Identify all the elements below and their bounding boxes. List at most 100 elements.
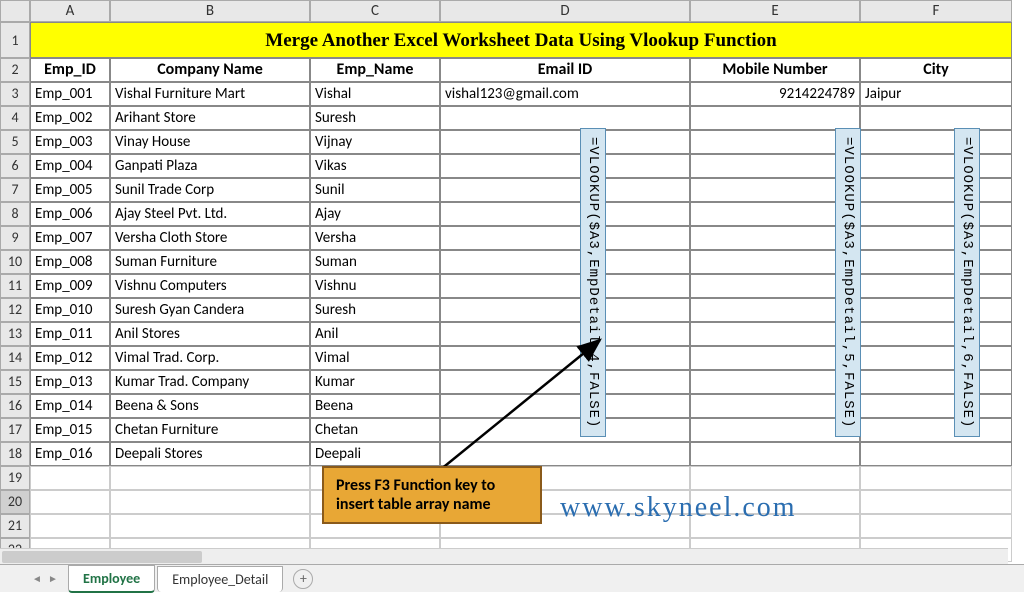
cell-A9[interactable]: Emp_007 <box>30 226 110 250</box>
cell-C5[interactable]: Vijnay <box>310 130 440 154</box>
cell-D13[interactable] <box>440 322 690 346</box>
cell-A11[interactable]: Emp_009 <box>30 274 110 298</box>
cell-B14[interactable]: Vimal Trad. Corp. <box>110 346 310 370</box>
cell-F20[interactable] <box>860 490 1012 514</box>
cell-C14[interactable]: Vimal <box>310 346 440 370</box>
cell-B17[interactable]: Chetan Furniture <box>110 418 310 442</box>
col-header-F[interactable]: F <box>860 0 1012 22</box>
cell-D11[interactable] <box>440 274 690 298</box>
cell-C15[interactable]: Kumar <box>310 370 440 394</box>
cell-D7[interactable] <box>440 178 690 202</box>
cell-B3[interactable]: Vishal Furniture Mart <box>110 82 310 106</box>
cell-B21[interactable] <box>110 514 310 538</box>
cell-F6[interactable] <box>860 154 1012 178</box>
cell-C3[interactable]: Vishal <box>310 82 440 106</box>
row-header-14[interactable]: 14 <box>0 346 30 370</box>
cell-F10[interactable] <box>860 250 1012 274</box>
row-header-3[interactable]: 3 <box>0 82 30 106</box>
col-header-B[interactable]: B <box>110 0 310 22</box>
cell-C17[interactable]: Chetan <box>310 418 440 442</box>
cell-C9[interactable]: Versha <box>310 226 440 250</box>
cell-C16[interactable]: Beena <box>310 394 440 418</box>
cell-F12[interactable] <box>860 298 1012 322</box>
cell-F7[interactable] <box>860 178 1012 202</box>
cell-B20[interactable] <box>110 490 310 514</box>
cell-F15[interactable] <box>860 370 1012 394</box>
cell-D12[interactable] <box>440 298 690 322</box>
cell-C13[interactable]: Anil <box>310 322 440 346</box>
cell-B6[interactable]: Ganpati Plaza <box>110 154 310 178</box>
row-header-6[interactable]: 6 <box>0 154 30 178</box>
cell-A3[interactable]: Emp_001 <box>30 82 110 106</box>
cell-A8[interactable]: Emp_006 <box>30 202 110 226</box>
cell-E19[interactable] <box>690 466 860 490</box>
row-header-1[interactable]: 1 <box>0 22 30 58</box>
cell-D18[interactable] <box>440 442 690 466</box>
cell-A4[interactable]: Emp_002 <box>30 106 110 130</box>
cell-B18[interactable]: Deepali Stores <box>110 442 310 466</box>
cell-D14[interactable] <box>440 346 690 370</box>
cell-C8[interactable]: Ajay <box>310 202 440 226</box>
cell-A17[interactable]: Emp_015 <box>30 418 110 442</box>
horizontal-scrollbar[interactable] <box>0 548 1008 564</box>
col-header-A[interactable]: A <box>30 0 110 22</box>
row-header-11[interactable]: 11 <box>0 274 30 298</box>
cell-D10[interactable] <box>440 250 690 274</box>
cell-B13[interactable]: Anil Stores <box>110 322 310 346</box>
row-header-10[interactable]: 10 <box>0 250 30 274</box>
cell-C12[interactable]: Suresh <box>310 298 440 322</box>
cell-C10[interactable]: Suman <box>310 250 440 274</box>
cell-E3[interactable]: 9214224789 <box>690 82 860 106</box>
cell-A16[interactable]: Emp_014 <box>30 394 110 418</box>
cell-D17[interactable] <box>440 418 690 442</box>
cell-D8[interactable] <box>440 202 690 226</box>
cell-D3[interactable]: vishal123@gmail.com <box>440 82 690 106</box>
cell-F3[interactable]: Jaipur <box>860 82 1012 106</box>
cell-A14[interactable]: Emp_012 <box>30 346 110 370</box>
cell-F19[interactable] <box>860 466 1012 490</box>
cell-F21[interactable] <box>860 514 1012 538</box>
col-header-C[interactable]: C <box>310 0 440 22</box>
cell-A18[interactable]: Emp_016 <box>30 442 110 466</box>
row-header-17[interactable]: 17 <box>0 418 30 442</box>
row-header-5[interactable]: 5 <box>0 130 30 154</box>
cell-A7[interactable]: Emp_005 <box>30 178 110 202</box>
cell-B16[interactable]: Beena & Sons <box>110 394 310 418</box>
cell-C4[interactable]: Suresh <box>310 106 440 130</box>
select-all-corner[interactable] <box>0 0 30 22</box>
cell-D4[interactable] <box>440 106 690 130</box>
cell-D15[interactable] <box>440 370 690 394</box>
cell-C6[interactable]: Vikas <box>310 154 440 178</box>
cell-A13[interactable]: Emp_011 <box>30 322 110 346</box>
row-header-2[interactable]: 2 <box>0 58 30 82</box>
cell-D9[interactable] <box>440 226 690 250</box>
row-header-21[interactable]: 21 <box>0 514 30 538</box>
cell-B11[interactable]: Vishnu Computers <box>110 274 310 298</box>
cell-F17[interactable] <box>860 418 1012 442</box>
col-header-D[interactable]: D <box>440 0 690 22</box>
cell-B10[interactable]: Suman Furniture <box>110 250 310 274</box>
tab-employee[interactable]: Employee <box>68 565 155 593</box>
cell-B9[interactable]: Versha Cloth Store <box>110 226 310 250</box>
tab-employee-detail[interactable]: Employee_Detail <box>157 566 283 592</box>
row-header-12[interactable]: 12 <box>0 298 30 322</box>
row-header-9[interactable]: 9 <box>0 226 30 250</box>
cell-C7[interactable]: Sunil <box>310 178 440 202</box>
cell-A5[interactable]: Emp_003 <box>30 130 110 154</box>
cell-A6[interactable]: Emp_004 <box>30 154 110 178</box>
row-header-16[interactable]: 16 <box>0 394 30 418</box>
cell-B8[interactable]: Ajay Steel Pvt. Ltd. <box>110 202 310 226</box>
row-header-18[interactable]: 18 <box>0 442 30 466</box>
cell-E18[interactable] <box>690 442 860 466</box>
cell-F18[interactable] <box>860 442 1012 466</box>
add-sheet-button[interactable]: + <box>293 569 313 589</box>
cell-F13[interactable] <box>860 322 1012 346</box>
cell-A20[interactable] <box>30 490 110 514</box>
col-header-E[interactable]: E <box>690 0 860 22</box>
row-header-4[interactable]: 4 <box>0 106 30 130</box>
row-header-20[interactable]: 20 <box>0 490 30 514</box>
cell-A12[interactable]: Emp_010 <box>30 298 110 322</box>
cell-D16[interactable] <box>440 394 690 418</box>
cell-F8[interactable] <box>860 202 1012 226</box>
row-header-13[interactable]: 13 <box>0 322 30 346</box>
